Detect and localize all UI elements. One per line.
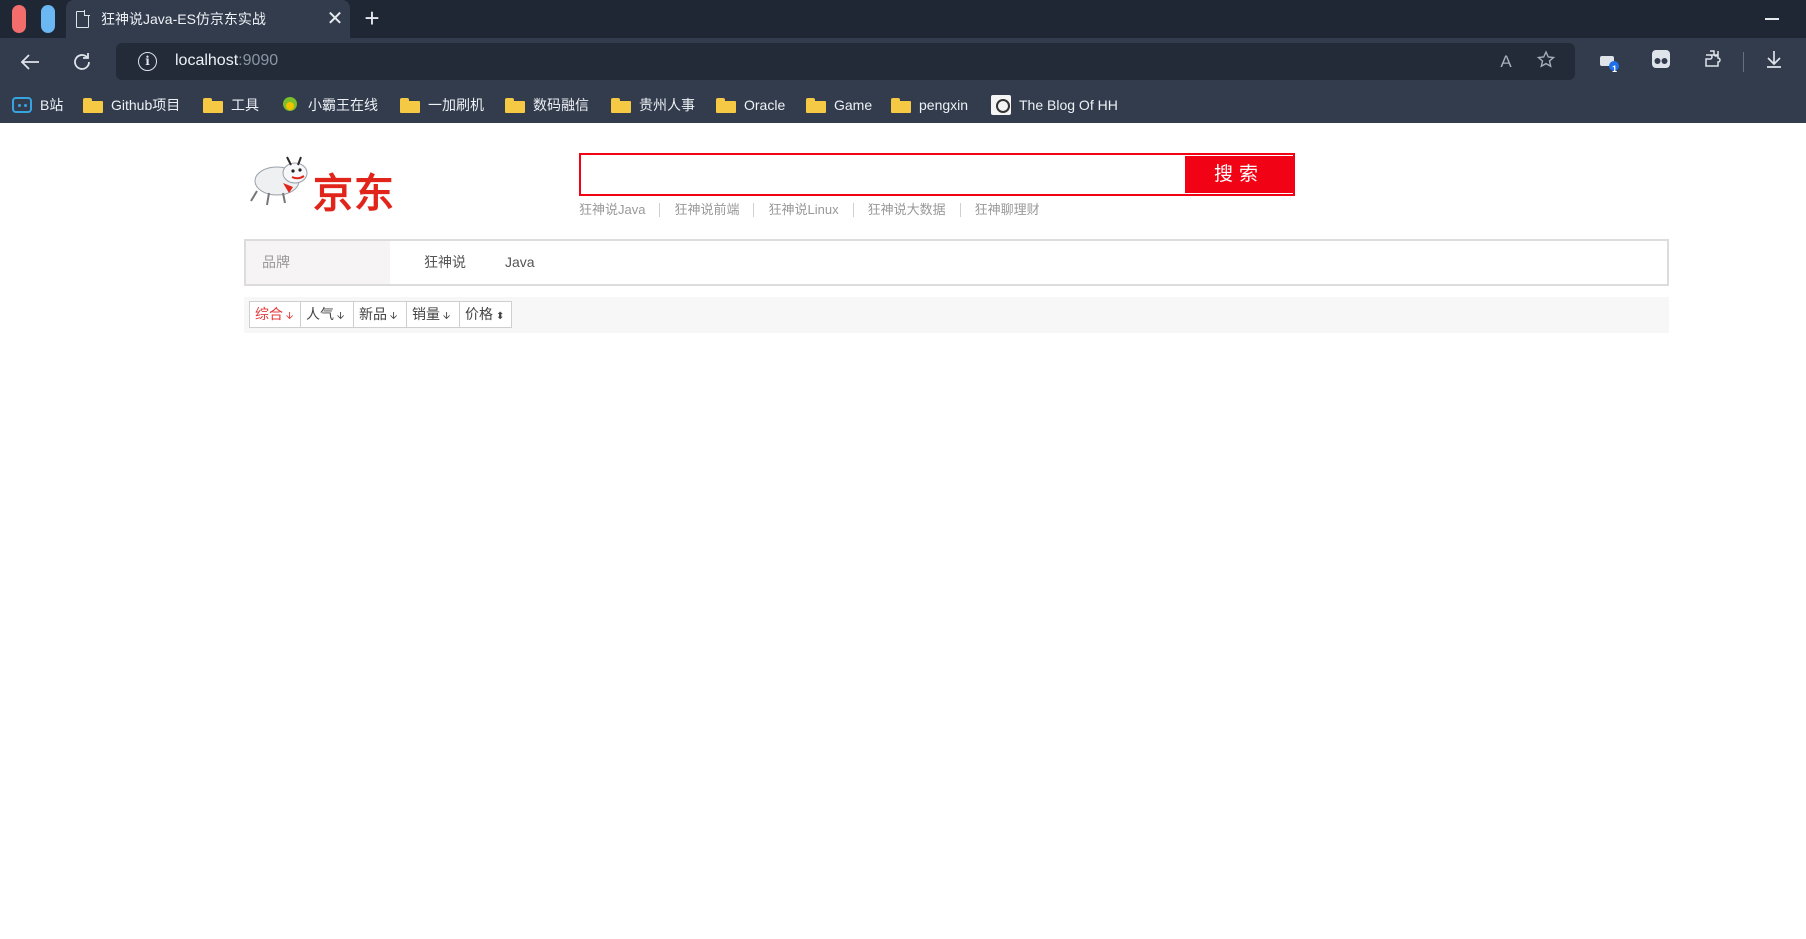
- blog-avatar-icon: [991, 95, 1011, 115]
- search-input[interactable]: [583, 157, 1183, 192]
- bookmark-github[interactable]: Github项目: [83, 92, 180, 118]
- read-aloud-icon[interactable]: A: [1494, 50, 1518, 74]
- sort-down-arrow-icon: 🡫: [337, 311, 345, 322]
- extension-icon[interactable]: 1: [1595, 48, 1623, 76]
- hotword-link[interactable]: 狂神说Linux: [753, 203, 852, 217]
- browser-toolbar: i localhost:9090 A 1: [0, 38, 1806, 86]
- folder-icon: [806, 97, 826, 113]
- tab-title: 狂神说Java-ES仿京东实战: [101, 11, 266, 27]
- search-box: 搜索: [579, 153, 1295, 196]
- jd-mascot-icon: [250, 156, 308, 206]
- bookmark-oracle[interactable]: Oracle: [716, 92, 785, 118]
- sort-label: 综合: [255, 306, 283, 322]
- bookmark-label: B站: [40, 97, 64, 113]
- profile-red-icon[interactable]: [12, 5, 26, 33]
- bookmark-label: Game: [834, 97, 873, 113]
- bookmark-pengxin[interactable]: pengxin: [891, 92, 968, 118]
- tab-close-icon[interactable]: ✕: [320, 0, 350, 38]
- bookmark-game[interactable]: Game: [806, 92, 872, 118]
- hotwords-list: 狂神说Java 狂神说前端 狂神说Linux 狂神说大数据 狂神聊理财: [579, 203, 1054, 217]
- back-arrow-icon: [20, 54, 39, 70]
- bookmark-guizhou[interactable]: 贵州人事: [611, 92, 695, 118]
- bookmark-oneplus[interactable]: 一加刷机: [400, 92, 484, 118]
- folder-icon: [400, 97, 420, 113]
- sort-sales-button[interactable]: 销量 🡫: [406, 301, 460, 328]
- bookmark-blog[interactable]: The Blog Of HH: [991, 92, 1118, 118]
- brand-filter-row: 品牌 狂神说 Java: [244, 239, 1669, 286]
- minimize-button[interactable]: [1765, 18, 1779, 20]
- new-tab-button[interactable]: +: [357, 0, 387, 38]
- page-icon: [76, 9, 90, 28]
- brand-option[interactable]: Java: [505, 241, 535, 284]
- address-bar[interactable]: i localhost:9090 A: [116, 43, 1575, 80]
- downloads-icon[interactable]: [1760, 48, 1788, 76]
- site-info-icon[interactable]: i: [138, 52, 157, 71]
- add-favorite-icon[interactable]: [1534, 50, 1558, 74]
- sort-popularity-button[interactable]: 人气 🡫: [300, 301, 354, 328]
- tab-strip: 狂神说Java-ES仿京东实战 ✕ +: [0, 0, 1806, 38]
- profile-blue-icon[interactable]: [41, 5, 55, 33]
- hotword-link[interactable]: 狂神说Java: [579, 203, 659, 217]
- bookmark-label: 一加刷机: [428, 97, 484, 113]
- bookmark-shuma[interactable]: 数码融信: [505, 92, 589, 118]
- bookmark-xiaobawang[interactable]: 小霸王在线: [280, 92, 378, 118]
- bookmark-label: 数码融信: [533, 97, 589, 113]
- sort-label: 销量: [412, 306, 440, 322]
- folder-icon: [505, 97, 525, 113]
- url-text[interactable]: localhost:9090: [175, 52, 278, 70]
- url-host: localhost: [175, 52, 239, 69]
- bookmark-label: 工具: [231, 97, 259, 113]
- folder-icon: [203, 97, 223, 113]
- folder-icon: [716, 97, 736, 113]
- hotword-link[interactable]: 狂神聊理财: [959, 203, 1054, 217]
- reload-button[interactable]: [62, 42, 102, 82]
- brand-filter-label: 品牌: [246, 241, 390, 284]
- bookmark-label: 贵州人事: [639, 97, 695, 113]
- folder-icon: [891, 97, 911, 113]
- bookmark-label: The Blog Of HH: [1019, 97, 1118, 113]
- tampermonkey-icon[interactable]: [1647, 48, 1675, 76]
- toolbar-divider: [1743, 52, 1744, 72]
- sort-label: 新品: [359, 306, 387, 322]
- bookmark-bilibili[interactable]: B站: [12, 92, 63, 118]
- page-content: 京东 搜索 狂神说Java 狂神说前端 狂神说Linux 狂神说大数据 狂神聊理…: [0, 123, 1806, 939]
- back-button[interactable]: [10, 42, 50, 82]
- jd-logo[interactable]: 京东: [243, 153, 408, 217]
- sort-price-button[interactable]: 价格 ⬍: [459, 301, 512, 328]
- bookmark-label: Github项目: [111, 97, 181, 113]
- logo-text: 京东: [313, 171, 395, 217]
- bookmarks-bar: B站 Github项目 工具 小霸王在线 一加刷机 数码融信 贵州人事 Orac…: [0, 86, 1806, 123]
- hotword-link[interactable]: 狂神说大数据: [852, 203, 960, 217]
- extensions-puzzle-icon[interactable]: [1699, 48, 1727, 76]
- sort-label: 价格: [465, 306, 493, 322]
- sort-bar: 综合 🡫 人气 🡫 新品 🡫 销量 🡫 价格 ⬍: [244, 297, 1669, 333]
- sort-updown-arrow-icon: ⬍: [496, 311, 505, 322]
- sort-down-arrow-icon: 🡫: [390, 311, 398, 322]
- sort-label: 人气: [306, 306, 334, 322]
- sort-newest-button[interactable]: 新品 🡫: [353, 301, 407, 328]
- bookmark-label: 小霸王在线: [308, 97, 378, 113]
- url-port: :9090: [238, 52, 279, 69]
- bookmark-tools[interactable]: 工具: [203, 92, 259, 118]
- search-button[interactable]: 搜索: [1185, 156, 1293, 193]
- sort-comprehensive-button[interactable]: 综合 🡫: [249, 301, 301, 328]
- hotword-link[interactable]: 狂神说前端: [659, 203, 753, 217]
- sort-down-arrow-icon: 🡫: [286, 311, 294, 322]
- folder-icon: [611, 97, 631, 113]
- folder-icon: [83, 97, 103, 113]
- brand-option[interactable]: 狂神说: [424, 241, 466, 284]
- game-site-icon: [280, 96, 300, 114]
- bookmark-label: pengxin: [919, 97, 969, 113]
- bookmark-label: Oracle: [744, 97, 786, 113]
- bilibili-icon: [12, 97, 32, 113]
- sort-down-arrow-icon: 🡫: [443, 311, 451, 322]
- reload-icon: [74, 53, 90, 70]
- tab-active[interactable]: 狂神说Java-ES仿京东实战 ✕: [66, 0, 350, 38]
- extension-badge: 1: [1612, 64, 1618, 74]
